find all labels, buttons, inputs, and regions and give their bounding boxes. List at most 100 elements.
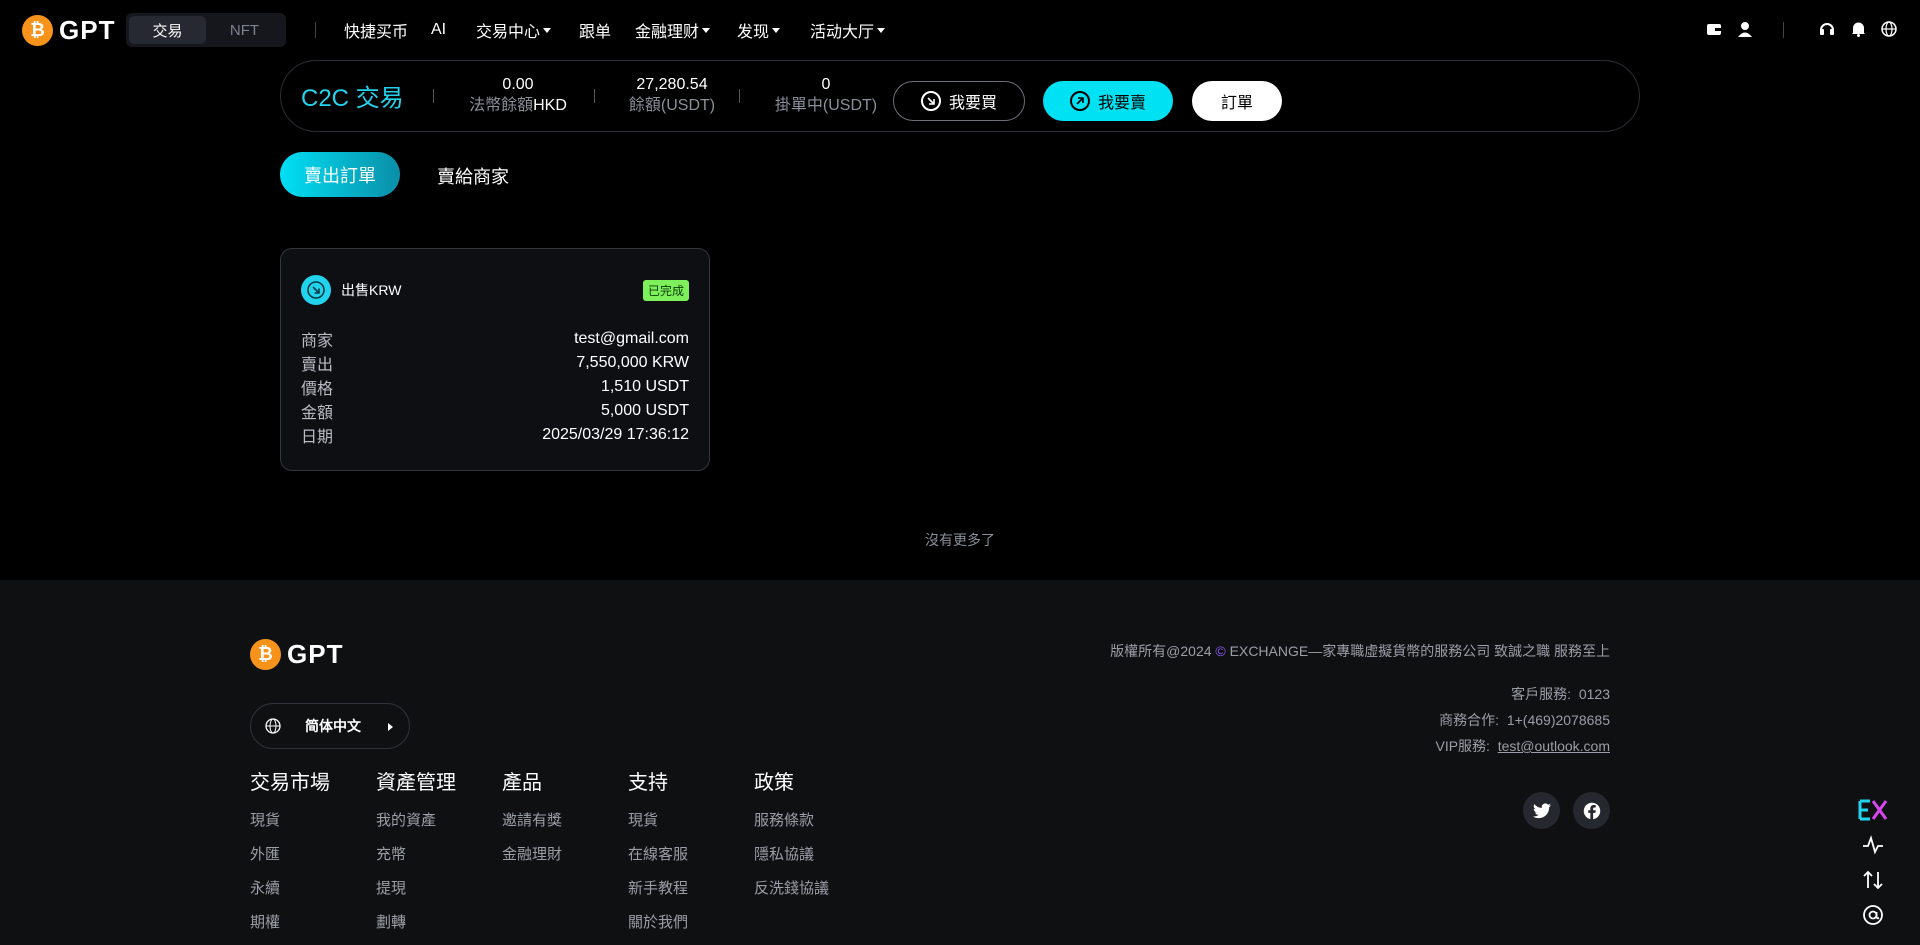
market-segment-switch: 交易 NFT (126, 13, 286, 47)
nav-ai[interactable]: AI (431, 19, 446, 41)
divider (739, 89, 740, 103)
nav-discover[interactable]: 发现 (737, 19, 781, 41)
stat-usdt-balance: 27,280.54 餘額(USDT) (617, 75, 727, 117)
stat-value: 0.00 (502, 76, 534, 93)
chevron-down-icon (772, 27, 781, 33)
footer-link[interactable]: 服務條款 (754, 804, 829, 838)
sell-button[interactable]: 我要賣 (1043, 81, 1173, 121)
arrow-up-right-icon (1069, 91, 1090, 111)
language-selector[interactable]: 简体中文 (250, 703, 410, 749)
footer-link[interactable]: 關於我們 (628, 906, 688, 940)
footer-col-policy: 政策 服務條款 隱私協議 反洗錢協議 (754, 770, 829, 906)
tab-sell-orders[interactable]: 賣出訂單 (280, 152, 400, 197)
footer-link[interactable]: 反洗錢協議 (754, 872, 829, 906)
footer-link[interactable]: 現貨 (250, 804, 330, 838)
footer-link[interactable]: 在線客服 (628, 838, 688, 872)
contact-vip: VIP服務: test@outlook.com (1435, 738, 1610, 754)
order-title: 出售KRW (341, 282, 402, 298)
nav-copy-trade[interactable]: 跟单 (579, 19, 611, 41)
nav-divider (1783, 22, 1784, 38)
brand-name: GPT (59, 15, 116, 45)
footer-col-title: 資產管理 (376, 772, 456, 794)
chevron-down-icon (877, 27, 886, 33)
stat-label: 掛單中(USDT) (774, 97, 878, 114)
order-card-header: 出售KRW (301, 275, 401, 305)
copyright-icon: © (1211, 643, 1230, 659)
footer-link[interactable]: 邀請有獎 (502, 804, 562, 838)
footer-col-assets: 資產管理 我的資產 充幣 提現 劃轉 (376, 770, 456, 940)
language-name: 简体中文 (305, 718, 361, 734)
nav-finance[interactable]: 金融理财 (635, 19, 711, 41)
stat-pending-usdt: 0 掛單中(USDT) (766, 75, 886, 117)
page-title: C2C 交易 (301, 85, 404, 112)
sell-order-icon (301, 275, 331, 305)
brand-logo[interactable]: ₿ GPT (22, 15, 115, 46)
chevron-right-icon (388, 723, 393, 731)
order-row-date: 日期 2025/03/29 17:36:12 (301, 426, 689, 446)
wallet-icon[interactable] (1703, 18, 1725, 40)
headset-icon[interactable] (1816, 18, 1838, 40)
chevron-down-icon (543, 27, 552, 33)
footer-col-support: 支持 現貨 在線客服 新手教程 關於我們 (628, 770, 688, 940)
footer-col-products: 產品 邀請有獎 金融理財 (502, 770, 562, 872)
footer-link[interactable]: 提現 (376, 872, 456, 906)
footer-link[interactable]: 永續 (250, 872, 330, 906)
nav-divider (315, 22, 316, 38)
stat-value: 0 (821, 76, 831, 93)
segment-nft[interactable]: NFT (206, 16, 283, 44)
tab-sell-to-merchant[interactable]: 賣給商家 (437, 163, 509, 189)
twitter-icon[interactable] (1523, 792, 1560, 829)
footer-link[interactable]: 現貨 (628, 804, 688, 838)
activity-chart-icon[interactable] (1858, 832, 1888, 858)
footer-col-title: 政策 (754, 772, 794, 794)
footer-link[interactable]: 金融理財 (502, 838, 562, 872)
bitcoin-icon: ₿ (250, 639, 281, 670)
transfer-arrows-icon[interactable] (1858, 867, 1888, 893)
footer-col-markets: 交易市場 現貨 外匯 永續 期權 (250, 770, 330, 940)
brand-name: GPT (287, 639, 344, 669)
copyright-text: 版權所有@2024 © EXCHANGE—家專職虛擬貨幣的服務公司 致誠之職 服… (1110, 643, 1610, 659)
stat-fiat-balance: 0.00 法幣餘額HKD (463, 75, 573, 117)
footer-link[interactable]: 充幣 (376, 838, 456, 872)
contact-business: 商務合作: 1+(469)2078685 (1439, 712, 1610, 728)
globe-icon[interactable] (1878, 18, 1900, 40)
c2c-summary-bar: C2C 交易 0.00 法幣餘額HKD 27,280.54 餘額(USDT) 0… (280, 60, 1640, 132)
nav-trading-center[interactable]: 交易中心 (476, 19, 552, 41)
order-row-price: 價格 1,510 USDT (301, 378, 689, 398)
exchange-logo-icon[interactable] (1858, 797, 1888, 823)
order-row-sold: 賣出 7,550,000 KRW (301, 354, 689, 374)
at-sign-icon[interactable] (1858, 902, 1888, 928)
footer-link[interactable]: 期權 (250, 906, 330, 940)
footer-link[interactable]: 劃轉 (376, 906, 456, 940)
divider (433, 89, 434, 103)
bitcoin-icon: ₿ (22, 15, 53, 46)
order-details: 商家 test@gmail.com 賣出 7,550,000 KRW 價格 1,510… (301, 327, 689, 447)
bell-icon[interactable] (1847, 18, 1869, 40)
chevron-down-icon (702, 27, 711, 33)
footer-link[interactable]: 新手教程 (628, 872, 688, 906)
buy-button[interactable]: 我要買 (893, 81, 1025, 121)
nav-quick-buy[interactable]: 快捷买币 (344, 19, 408, 41)
divider (594, 89, 595, 103)
arrow-down-right-icon (920, 91, 941, 111)
stat-label: 法幣餘額HKD (469, 97, 567, 114)
user-icon[interactable] (1734, 18, 1756, 40)
footer: ₿ GPT 简体中文 交易市場 現貨 外匯 永續 期權 資產管理 我的資產 充幣… (0, 580, 1920, 945)
contact-customer-service: 客戶服務: 0123 (1511, 686, 1610, 702)
footer-col-title: 交易市場 (250, 772, 330, 794)
footer-link[interactable]: 外匯 (250, 838, 330, 872)
order-card[interactable]: 出售KRW 已完成 商家 test@gmail.com 賣出 7,550,000 K… (280, 248, 710, 471)
facebook-icon[interactable] (1573, 792, 1610, 829)
stat-label: 餘額(USDT) (628, 97, 716, 114)
footer-logo[interactable]: ₿ GPT (250, 639, 343, 670)
footer-col-title: 產品 (502, 772, 542, 794)
order-row-amount: 金額 5,000 USDT (301, 402, 689, 422)
footer-col-title: 支持 (628, 772, 668, 794)
footer-link[interactable]: 我的資產 (376, 804, 456, 838)
segment-trade[interactable]: 交易 (129, 16, 206, 44)
nav-events[interactable]: 活动大厅 (810, 19, 886, 41)
footer-link[interactable]: 隱私協議 (754, 838, 829, 872)
vip-email-link[interactable]: test@outlook.com (1498, 738, 1610, 754)
orders-button[interactable]: 訂單 (1192, 81, 1282, 121)
status-badge: 已完成 (642, 280, 689, 301)
